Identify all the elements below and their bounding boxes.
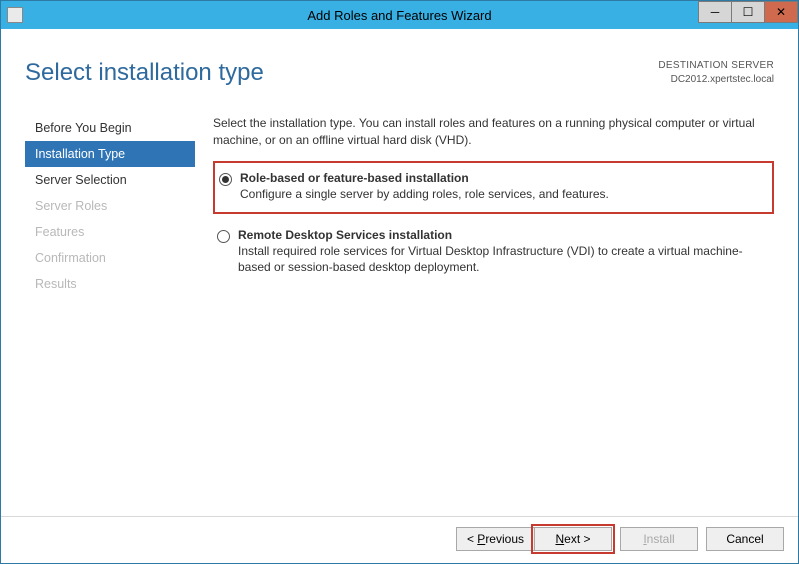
main-panel: Select the installation type. You can in…	[195, 115, 774, 504]
option-role-based[interactable]: Role-based or feature-based installation…	[213, 161, 774, 214]
option-title: Role-based or feature-based installation	[240, 171, 762, 185]
nav-installation-type[interactable]: Installation Type	[25, 141, 195, 167]
nav-server-selection[interactable]: Server Selection	[25, 167, 195, 193]
cancel-button[interactable]: Cancel	[706, 527, 784, 551]
option-desc: Configure a single server by adding role…	[240, 186, 762, 202]
install-button: Install	[620, 527, 698, 551]
nav-features: Features	[25, 219, 195, 245]
previous-button[interactable]: < Previous	[456, 527, 534, 551]
header-row: Select installation type DESTINATION SER…	[25, 59, 774, 87]
close-button[interactable]: ✕	[764, 1, 798, 23]
nav-results: Results	[25, 271, 195, 297]
option-text: Remote Desktop Services installation Ins…	[238, 228, 764, 275]
content-area: Select installation type DESTINATION SER…	[1, 29, 798, 516]
minimize-button[interactable]: ─	[698, 1, 732, 23]
maximize-icon: ☐	[743, 5, 754, 19]
option-title: Remote Desktop Services installation	[238, 228, 764, 242]
body-row: Before You Begin Installation Type Serve…	[25, 115, 774, 504]
nav-before-you-begin[interactable]: Before You Begin	[25, 115, 195, 141]
wizard-window: Add Roles and Features Wizard ─ ☐ ✕ Sele…	[0, 0, 799, 564]
radio-remote-desktop[interactable]	[217, 230, 230, 243]
nav-button-group: < Previous Next >	[456, 527, 612, 551]
minimize-icon: ─	[711, 5, 720, 19]
intro-text: Select the installation type. You can in…	[213, 115, 774, 149]
next-button[interactable]: Next >	[534, 527, 612, 551]
titlebar[interactable]: Add Roles and Features Wizard ─ ☐ ✕	[1, 1, 798, 29]
window-controls: ─ ☐ ✕	[699, 1, 798, 29]
destination-info: DESTINATION SERVER DC2012.xpertstec.loca…	[658, 59, 774, 87]
option-text: Role-based or feature-based installation…	[240, 171, 762, 202]
nav-confirmation: Confirmation	[25, 245, 195, 271]
option-remote-desktop[interactable]: Remote Desktop Services installation Ins…	[213, 220, 774, 285]
wizard-nav: Before You Begin Installation Type Serve…	[25, 115, 195, 504]
destination-server: DC2012.xpertstec.local	[658, 73, 774, 87]
nav-server-roles: Server Roles	[25, 193, 195, 219]
maximize-button[interactable]: ☐	[731, 1, 765, 23]
option-desc: Install required role services for Virtu…	[238, 243, 764, 275]
destination-label: DESTINATION SERVER	[658, 59, 774, 73]
page-title: Select installation type	[25, 59, 264, 87]
close-icon: ✕	[776, 5, 786, 19]
radio-role-based[interactable]	[219, 173, 232, 186]
window-title: Add Roles and Features Wizard	[1, 8, 798, 23]
footer: < Previous Next > Install Cancel	[1, 516, 798, 563]
